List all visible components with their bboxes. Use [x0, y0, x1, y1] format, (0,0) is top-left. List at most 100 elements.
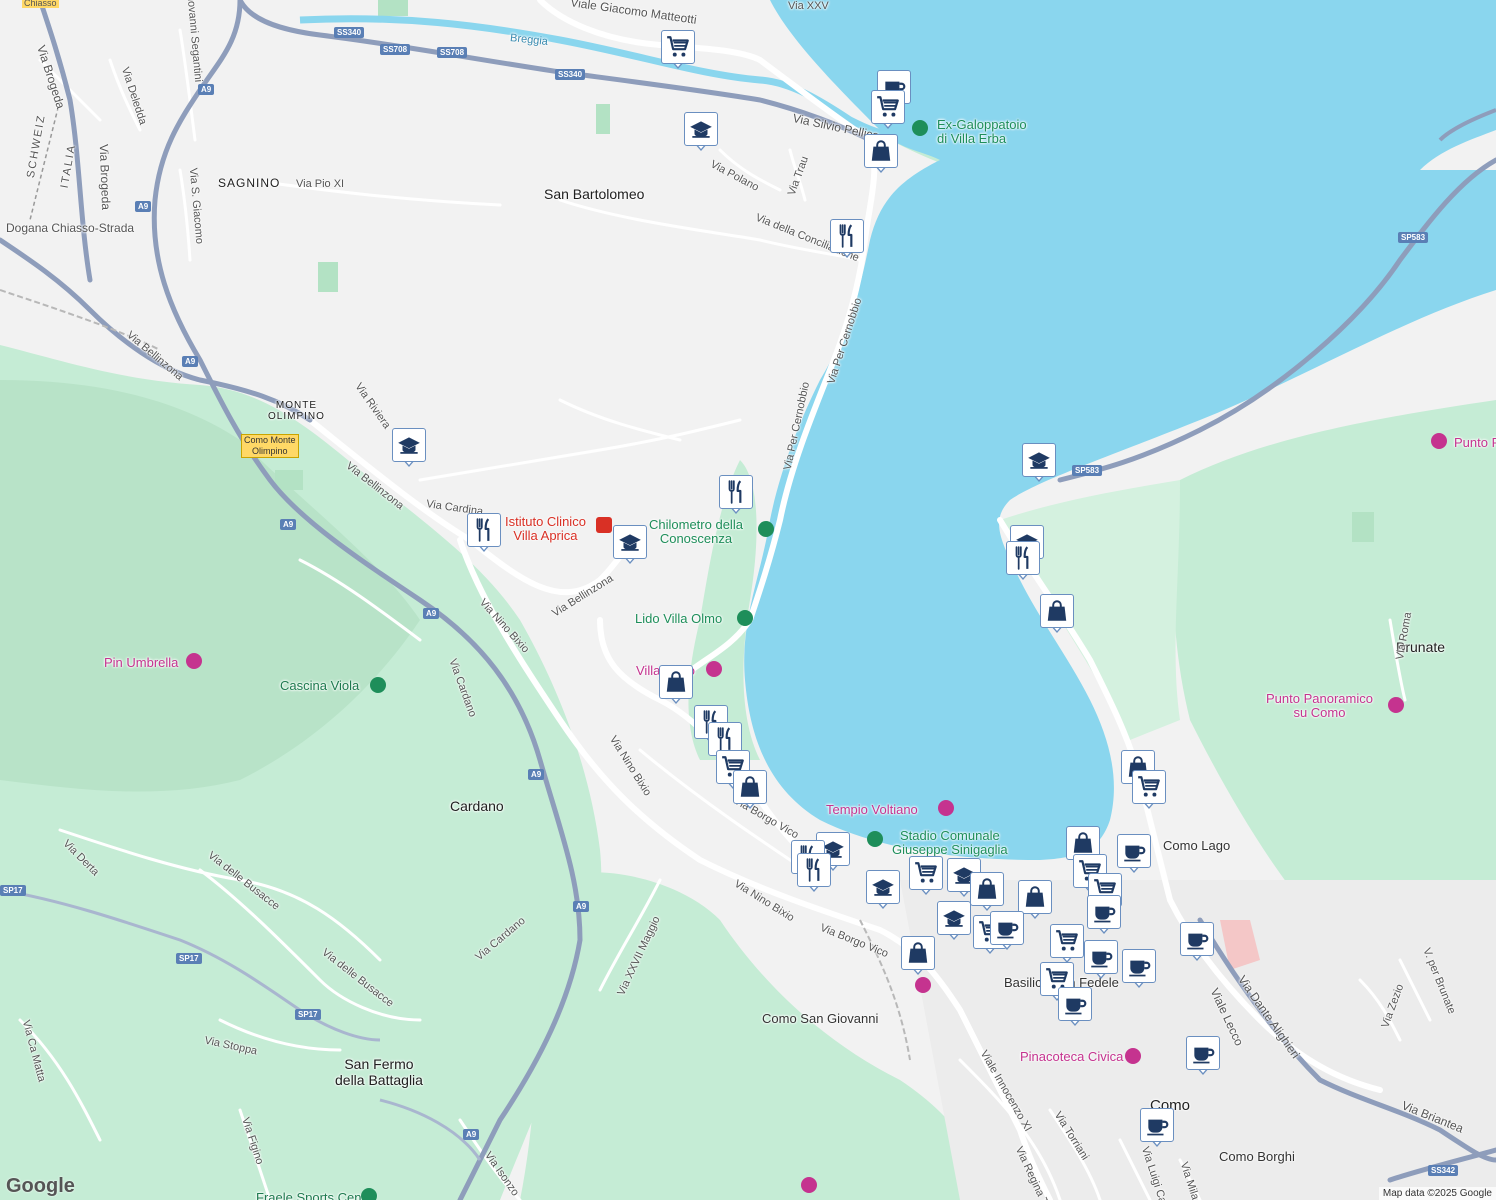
- map-marker-shopping-cart[interactable]: [661, 30, 695, 70]
- poi-label[interactable]: Como Borghi: [1219, 1149, 1295, 1164]
- map-marker-shopping-cart[interactable]: [871, 90, 905, 130]
- map-marker-cafe[interactable]: [1186, 1036, 1220, 1076]
- map-marker-shopping-bag[interactable]: [659, 665, 693, 705]
- map-marker-school[interactable]: [937, 901, 971, 941]
- map-marker-shopping-bag[interactable]: [901, 936, 935, 976]
- park-icon[interactable]: [758, 521, 774, 537]
- restaurant-icon: [1006, 541, 1040, 575]
- school-icon: [866, 870, 900, 904]
- restaurant-icon: [797, 853, 831, 887]
- attraction-icon[interactable]: [915, 977, 931, 993]
- map-marker-restaurant[interactable]: [830, 219, 864, 259]
- poi-label[interactable]: Punto Panoramico su Como: [1266, 692, 1373, 720]
- map-marker-restaurant[interactable]: [467, 513, 501, 553]
- google-logo: Google: [6, 1175, 75, 1197]
- shopping-bag-icon: [1018, 880, 1052, 914]
- poi-label[interactable]: Fraele Sports Center: [256, 1190, 377, 1200]
- route-shield: SS708: [437, 47, 468, 58]
- map-marker-restaurant[interactable]: [719, 475, 753, 515]
- map-marker-shopping-bag[interactable]: [1040, 594, 1074, 634]
- park-icon[interactable]: [912, 120, 928, 136]
- school-icon: [1022, 443, 1056, 477]
- attraction-icon[interactable]: [938, 800, 954, 816]
- restaurant-icon: [830, 219, 864, 253]
- route-shield: A9: [280, 519, 297, 530]
- poi-label[interactable]: Cascina Viola: [280, 678, 359, 693]
- attraction-icon[interactable]: [1125, 1048, 1141, 1064]
- poi-label[interactable]: Chilometro della Conoscenza: [649, 518, 743, 546]
- station-label[interactable]: Como Monte Olimpino: [241, 434, 299, 458]
- route-shield: A9: [135, 201, 152, 212]
- park-icon[interactable]: [370, 677, 386, 693]
- map-marker-school[interactable]: [392, 428, 426, 468]
- park-icon[interactable]: [361, 1188, 377, 1200]
- map-marker-cafe[interactable]: [1122, 949, 1156, 989]
- poi-label[interactable]: Lido Villa Olmo: [635, 611, 722, 626]
- poi-label[interactable]: Pin Umbrella: [104, 655, 178, 670]
- poi-label[interactable]: Punto P: [1454, 435, 1496, 450]
- hospital-label[interactable]: Istituto Clinico Villa Aprica: [505, 515, 586, 543]
- poi-label[interactable]: Tempio Voltiano: [826, 802, 918, 817]
- attraction-icon[interactable]: [801, 1177, 817, 1193]
- shopping-bag-icon: [1040, 594, 1074, 628]
- poi-label[interactable]: Stadio Comunale Giuseppe Sinigaglia: [892, 829, 1008, 857]
- cafe-icon: [1058, 987, 1092, 1021]
- route-shield: SP583: [1072, 465, 1103, 476]
- poi-label[interactable]: Como San Giovanni: [762, 1011, 878, 1026]
- cafe-icon: [1180, 922, 1214, 956]
- map-marker-cafe[interactable]: [1180, 922, 1214, 962]
- attraction-icon[interactable]: [1431, 433, 1447, 449]
- place-label: SAGNINO: [218, 176, 281, 190]
- shopping-cart-icon: [1050, 924, 1084, 958]
- map-marker-cafe[interactable]: [1084, 940, 1118, 980]
- attraction-icon[interactable]: [186, 653, 202, 669]
- shopping-bag-icon: [970, 872, 1004, 906]
- park-icon[interactable]: [867, 831, 883, 847]
- shopping-bag-icon: [901, 936, 935, 970]
- shopping-bag-icon: [733, 770, 767, 804]
- route-shield: A9: [528, 769, 545, 780]
- street-label: Via Brogeda: [96, 143, 114, 211]
- map-attribution[interactable]: Map data ©2025 Google: [1378, 1187, 1496, 1200]
- cafe-icon: [1122, 949, 1156, 983]
- map-marker-shopping-bag[interactable]: [733, 770, 767, 810]
- place-label: MONTE OLIMPINO: [268, 400, 325, 422]
- map-marker-shopping-cart[interactable]: [1050, 924, 1084, 964]
- hospital-icon[interactable]: [596, 517, 612, 533]
- route-shield: A9: [573, 901, 590, 912]
- route-shield: SS708: [380, 44, 411, 55]
- map-marker-cafe[interactable]: [990, 911, 1024, 951]
- map-marker-restaurant[interactable]: [797, 853, 831, 893]
- map-marker-shopping-bag[interactable]: [864, 134, 898, 174]
- poi-label[interactable]: Como Lago: [1163, 838, 1230, 853]
- map-marker-restaurant[interactable]: [1006, 541, 1040, 581]
- map-marker-shopping-cart[interactable]: [1132, 770, 1166, 810]
- street-label: Via Pio XI: [296, 178, 345, 190]
- street-label: Chiasso: [22, 0, 59, 8]
- poi-label[interactable]: Ex-Galoppatoio di Villa Erba: [937, 118, 1027, 146]
- map-marker-cafe[interactable]: [1087, 895, 1121, 935]
- map-marker-school[interactable]: [1022, 443, 1056, 483]
- map-marker-school[interactable]: [684, 112, 718, 152]
- map-marker-cafe[interactable]: [1140, 1108, 1174, 1148]
- shopping-cart-icon: [661, 30, 695, 64]
- street-label: Via XXV: [788, 0, 829, 12]
- park-icon[interactable]: [737, 610, 753, 626]
- school-icon: [392, 428, 426, 462]
- poi-label[interactable]: Pinacoteca Civica: [1020, 1049, 1123, 1064]
- map-marker-school[interactable]: [866, 870, 900, 910]
- attraction-icon[interactable]: [1388, 697, 1404, 713]
- map-marker-school[interactable]: [613, 525, 647, 565]
- map-marker-cafe[interactable]: [1058, 987, 1092, 1027]
- route-shield: A9: [198, 84, 215, 95]
- map-marker-cafe[interactable]: [1117, 834, 1151, 874]
- route-shield: SS342: [1428, 1165, 1459, 1176]
- map-marker-shopping-cart[interactable]: [909, 856, 943, 896]
- route-shield: A9: [423, 608, 440, 619]
- attraction-icon[interactable]: [706, 661, 722, 677]
- school-icon: [937, 901, 971, 935]
- shopping-bag-icon: [659, 665, 693, 699]
- map-canvas[interactable]: San Bartolomeo SAGNINO Cardano San Fermo…: [0, 0, 1496, 1200]
- place-label: Cardano: [450, 798, 504, 814]
- map-marker-shopping-bag[interactable]: [970, 872, 1004, 912]
